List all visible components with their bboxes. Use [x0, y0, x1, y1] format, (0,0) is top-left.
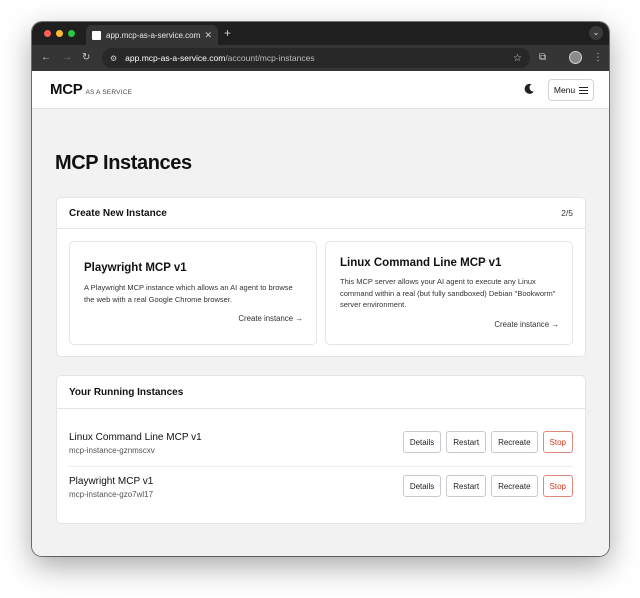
recreate-button[interactable]: Recreate [491, 431, 538, 453]
window-controls [44, 30, 75, 37]
logo-tagline: AS A SERVICE [85, 89, 133, 96]
favicon-icon [92, 30, 101, 40]
create-instance-link[interactable]: Create instance → [238, 314, 303, 323]
extensions-icon[interactable]: ⧉ [539, 51, 546, 65]
profile-avatar[interactable] [569, 51, 582, 64]
template-description: A Playwright MCP instance which allows a… [84, 283, 293, 304]
bookmark-star-icon[interactable]: ☆ [513, 53, 522, 64]
create-instance-header: Create New Instance 2/5 [57, 198, 585, 229]
url-text: app.mcp-as-a-service.com/account/mcp-ins… [125, 53, 315, 63]
instance-name: Playwright MCP v1 [69, 476, 154, 487]
moon-icon[interactable] [523, 83, 535, 95]
recreate-button[interactable]: Recreate [491, 475, 538, 497]
running-instances-header: Your Running Instances [57, 376, 585, 409]
stop-button[interactable]: Stop [542, 475, 573, 497]
instance-id: mcp-instance-gznmscxv [69, 446, 155, 455]
details-button[interactable]: Details [402, 475, 442, 497]
reload-icon[interactable]: ↻ [82, 51, 90, 65]
page-content: MCP AS A SERVICE Menu MCP Instances Crea… [32, 71, 609, 556]
browser-window: app.mcp-as-a-service.com/a ✕ + ⌄ ← → ↻ ⚙… [32, 22, 609, 556]
row-divider [69, 466, 573, 467]
instance-actions: Details Restart Recreate Stop [402, 431, 573, 453]
template-card-linux: Linux Command Line MCP v1 This MCP serve… [325, 241, 573, 345]
tab-title: app.mcp-as-a-service.com/a [106, 30, 201, 40]
instance-count: 2/5 [561, 208, 573, 218]
menu-button[interactable]: Menu [548, 79, 594, 101]
hamburger-icon [579, 86, 589, 94]
tab-strip: app.mcp-as-a-service.com/a ✕ + ⌄ [32, 22, 609, 45]
new-tab-button[interactable]: + [224, 26, 231, 40]
site-header: MCP AS A SERVICE Menu [32, 71, 609, 109]
logo-mark: MCP [50, 81, 83, 98]
browser-toolbar: ← → ↻ ⚙ app.mcp-as-a-service.com/account… [32, 45, 609, 71]
table-row: Linux Command Line MCP v1 mcp-instance-g… [69, 424, 573, 468]
close-window-button[interactable] [44, 30, 51, 37]
back-icon[interactable]: ← [41, 51, 51, 65]
forward-icon[interactable]: → [62, 51, 72, 65]
template-title: Linux Command Line MCP v1 [340, 257, 502, 269]
create-instance-link[interactable]: Create instance → [494, 320, 559, 329]
create-instance-heading: Create New Instance [69, 207, 167, 219]
template-description: This MCP server allows your AI agent to … [340, 277, 556, 309]
restart-button[interactable]: Restart [446, 475, 487, 497]
restart-button[interactable]: Restart [446, 431, 487, 453]
details-button[interactable]: Details [402, 431, 442, 453]
page-title: MCP Instances [55, 152, 192, 174]
create-instance-card: Create New Instance 2/5 Playwright MCP v… [56, 197, 586, 357]
stop-button[interactable]: Stop [542, 431, 573, 453]
running-instances-heading: Your Running Instances [69, 386, 184, 398]
instance-name: Linux Command Line MCP v1 [69, 432, 202, 443]
more-menu-icon[interactable]: ⋮ [593, 51, 603, 65]
address-bar[interactable]: ⚙ app.mcp-as-a-service.com/account/mcp-i… [102, 48, 530, 68]
browser-tab[interactable]: app.mcp-as-a-service.com/a ✕ [86, 25, 218, 45]
table-row: Playwright MCP v1 mcp-instance-gzo7wl17 … [69, 468, 573, 512]
close-icon[interactable]: ✕ [204, 30, 212, 41]
maximize-window-button[interactable] [68, 30, 75, 37]
site-settings-icon[interactable]: ⚙ [110, 54, 117, 63]
running-instances-card: Your Running Instances Linux Command Lin… [56, 375, 586, 524]
menu-button-label: Menu [553, 85, 576, 95]
template-title: Playwright MCP v1 [84, 262, 187, 274]
chevron-down-icon[interactable]: ⌄ [589, 26, 603, 40]
template-card-playwright: Playwright MCP v1 A Playwright MCP insta… [69, 241, 317, 345]
minimize-window-button[interactable] [56, 30, 63, 37]
logo[interactable]: MCP AS A SERVICE [50, 81, 132, 98]
instance-id: mcp-instance-gzo7wl17 [69, 490, 154, 499]
instance-actions: Details Restart Recreate Stop [402, 475, 573, 497]
